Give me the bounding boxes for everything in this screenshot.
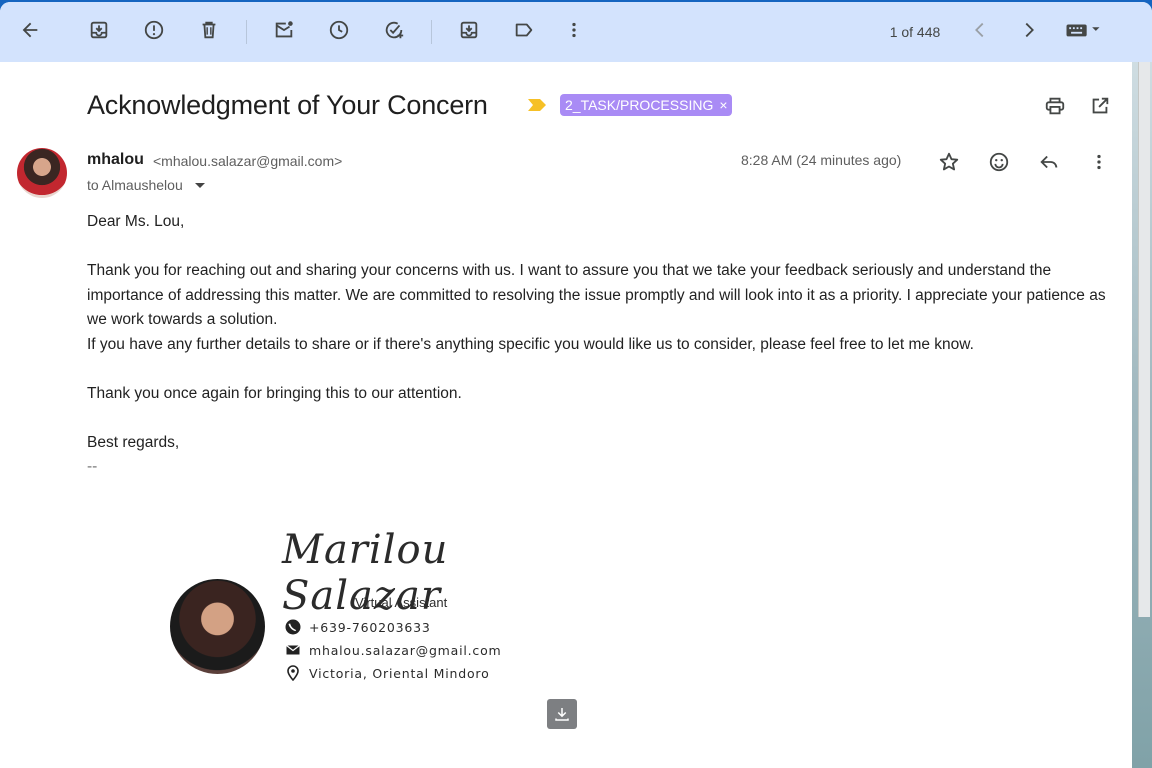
location-pin-icon <box>287 665 299 681</box>
message-more-icon[interactable] <box>1085 148 1113 176</box>
report-spam-icon[interactable] <box>140 16 168 44</box>
signature-location: Victoria, Oriental Mindoro <box>309 665 490 681</box>
signature-role: Virtual Assistant <box>355 595 448 610</box>
signature-photo <box>170 579 265 674</box>
move-to-icon[interactable] <box>455 16 483 44</box>
scrollbar-thumb[interactable] <box>1138 62 1150 617</box>
toolbar-divider <box>431 20 432 44</box>
recipient-text: to Almaushelou <box>87 177 183 193</box>
chevron-right-icon[interactable] <box>1015 16 1043 44</box>
signature-phone-row: +639-760203633 <box>285 619 431 635</box>
chevron-left-icon[interactable] <box>966 16 994 44</box>
pager-count: 1 of 448 <box>889 24 941 40</box>
input-tools-icon[interactable] <box>1058 16 1108 44</box>
email-subject: Acknowledgment of Your Concern <box>87 90 488 120</box>
reply-icon[interactable] <box>1035 148 1063 176</box>
emoji-react-icon[interactable] <box>985 148 1013 176</box>
open-new-window-icon[interactable] <box>1086 92 1114 120</box>
importance-marker-icon[interactable] <box>528 99 546 111</box>
delete-icon[interactable] <box>195 16 223 44</box>
email-body: Dear Ms. Lou, Thank you for reaching out… <box>87 210 1117 480</box>
show-details-caret-icon[interactable] <box>194 182 205 188</box>
toolbar: 1 of 448 <box>0 2 1152 62</box>
message-pane[interactable]: Acknowledgment of Your Concern 2_TASK/PR… <box>0 62 1152 768</box>
scrollbar-track[interactable] <box>1132 62 1152 768</box>
signature-phone: +639-760203633 <box>309 619 431 635</box>
closing: Best regards, <box>87 433 180 451</box>
envelope-icon <box>286 645 300 655</box>
archive-icon[interactable] <box>85 16 113 44</box>
email-window: 1 of 448 Acknowledgment of Your Concern … <box>0 2 1152 768</box>
download-image-button[interactable] <box>547 699 577 729</box>
print-icon[interactable] <box>1041 92 1069 120</box>
more-vert-icon[interactable] <box>560 16 588 44</box>
label-chip[interactable]: 2_TASK/PROCESSING × <box>560 94 732 116</box>
sender-name[interactable]: mhalou <box>87 151 144 169</box>
body-paragraph-3: Thank you once again for bringing this t… <box>87 384 462 402</box>
recipient-line[interactable]: to Almaushelou <box>87 177 205 193</box>
signature-separator: -- <box>87 458 98 475</box>
remove-label-icon[interactable]: × <box>719 97 727 113</box>
phone-icon <box>285 619 301 635</box>
body-paragraph-1: Thank you for reaching out and sharing y… <box>87 262 1106 328</box>
star-icon[interactable] <box>935 148 963 176</box>
signature-email: mhalou.salazar@gmail.com <box>309 642 502 658</box>
greeting: Dear Ms. Lou, <box>87 213 185 230</box>
body-paragraph-2: If you have any further details to share… <box>87 335 974 353</box>
back-arrow-icon[interactable] <box>16 16 44 44</box>
sender-avatar[interactable] <box>17 148 67 198</box>
label-chip-text: 2_TASK/PROCESSING <box>565 97 714 113</box>
label-icon[interactable] <box>510 16 538 44</box>
signature-email-row: mhalou.salazar@gmail.com <box>285 642 502 658</box>
toolbar-divider <box>246 20 247 44</box>
signature-card: Marilou Salazar Virtual Assistant +639-7… <box>165 527 545 697</box>
mark-unread-icon[interactable] <box>270 16 298 44</box>
download-icon <box>555 708 569 721</box>
snooze-icon[interactable] <box>325 16 353 44</box>
sender-email: <mhalou.salazar@gmail.com> <box>153 153 343 169</box>
signature-location-row: Victoria, Oriental Mindoro <box>285 665 490 681</box>
add-to-tasks-icon[interactable] <box>380 16 408 44</box>
email-timestamp: 8:28 AM (24 minutes ago) <box>741 152 902 168</box>
